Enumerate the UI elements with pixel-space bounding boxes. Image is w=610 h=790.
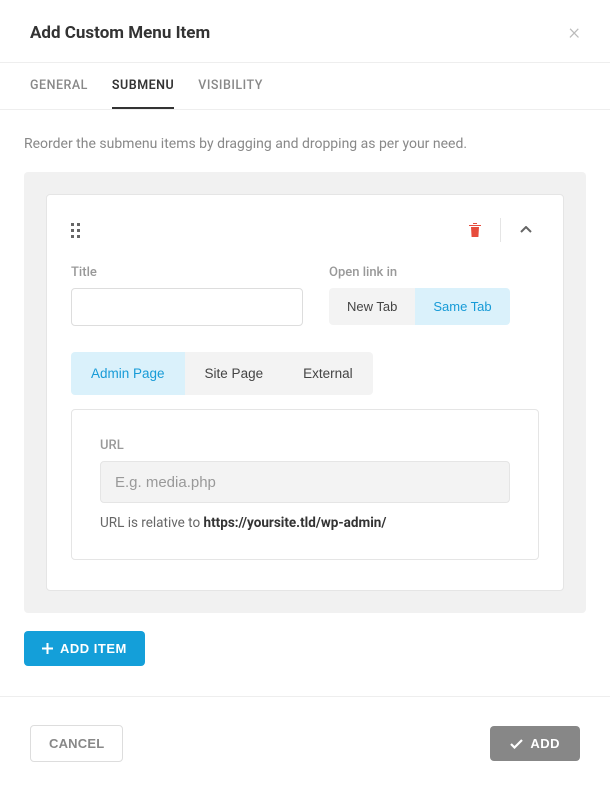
url-hint: URL is relative to https://yoursite.tld/… [100,515,510,531]
check-icon [510,739,523,749]
url-hint-base: https://yoursite.tld/wp-admin/ [204,515,387,531]
tab-row: GENERAL SUBMENU VISIBILITY [0,62,610,110]
add-custom-menu-item-modal: Add Custom Menu Item × GENERAL SUBMENU V… [0,0,610,790]
add-item-label: ADD ITEM [60,641,127,656]
open-link-in-label: Open link in [329,265,510,280]
submenu-panel: Title Open link in New Tab Same Tab [24,172,586,613]
modal-body: Reorder the submenu items by dragging an… [0,110,610,696]
open-link-in-toggle: New Tab Same Tab [329,288,510,325]
url-hint-prefix: URL is relative to [100,515,204,531]
type-admin-page-button[interactable]: Admin Page [71,352,185,395]
title-input[interactable] [71,288,303,326]
helper-text: Reorder the submenu items by dragging an… [24,136,586,152]
url-box: URL URL is relative to https://yoursite.… [71,409,539,560]
open-in-same-tab-button[interactable]: Same Tab [415,288,509,325]
card-header [47,195,563,265]
cancel-button[interactable]: CANCEL [30,725,123,762]
type-external-button[interactable]: External [283,352,373,395]
type-site-page-button[interactable]: Site Page [185,352,284,395]
divider [500,218,501,242]
url-input[interactable] [100,461,510,503]
modal-title: Add Custom Menu Item [30,23,210,43]
drag-handle-icon[interactable] [71,223,80,238]
modal-footer: CANCEL ADD [0,696,610,790]
plus-icon [42,643,53,654]
add-button[interactable]: ADD [490,726,580,761]
open-link-in-field: Open link in New Tab Same Tab [329,265,510,326]
submenu-item-card: Title Open link in New Tab Same Tab [46,194,564,591]
close-icon[interactable]: × [568,22,580,44]
title-label: Title [71,265,303,280]
tab-general[interactable]: GENERAL [30,63,88,109]
url-label: URL [100,438,510,453]
tab-submenu[interactable]: SUBMENU [112,63,174,109]
modal-header: Add Custom Menu Item × [0,0,610,62]
chevron-up-icon[interactable] [511,215,541,245]
link-type-tabs: Admin Page Site Page External [71,352,373,395]
card-body: Title Open link in New Tab Same Tab [47,265,563,590]
title-field: Title [71,265,303,326]
add-item-button[interactable]: ADD ITEM [24,631,145,666]
tab-visibility[interactable]: VISIBILITY [198,63,263,109]
open-in-new-tab-button[interactable]: New Tab [329,288,415,325]
add-label: ADD [530,736,560,751]
trash-icon[interactable] [460,215,490,245]
